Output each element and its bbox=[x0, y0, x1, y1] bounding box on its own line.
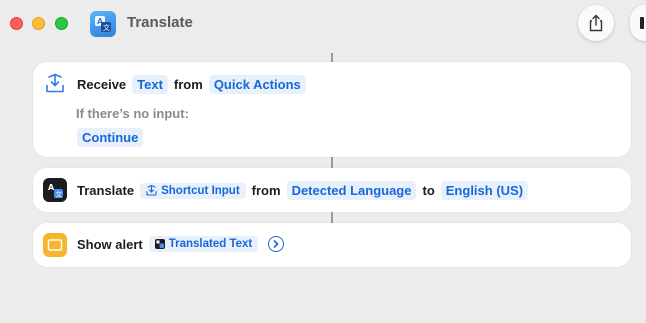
input-source-token[interactable]: Quick Actions bbox=[208, 75, 306, 94]
receive-row: Receive Text from Quick Actions bbox=[77, 75, 312, 94]
close-window-button[interactable] bbox=[10, 17, 23, 30]
no-input-row: Continue bbox=[77, 128, 149, 147]
window-title: Translate bbox=[127, 14, 193, 31]
flow-connector bbox=[331, 157, 333, 168]
translate-row: Translate Shortcut Input from Detected L… bbox=[77, 181, 534, 200]
translated-text-variable[interactable]: Translated Text bbox=[148, 236, 259, 252]
show-alert-action-card[interactable]: Show alert Translated Text bbox=[33, 223, 631, 267]
svg-text:文: 文 bbox=[103, 23, 110, 32]
svg-text:A: A bbox=[48, 183, 55, 192]
no-input-behavior-token[interactable]: Continue bbox=[77, 128, 144, 147]
sidebar-toggle-button[interactable] bbox=[630, 5, 646, 41]
alert-window-icon bbox=[43, 233, 67, 257]
to-label: to bbox=[422, 183, 435, 198]
alert-row: Show alert Translated Text bbox=[77, 236, 290, 252]
shortcut-input-label: Shortcut Input bbox=[161, 184, 240, 197]
minimize-window-button[interactable] bbox=[32, 17, 45, 30]
zoom-window-button[interactable] bbox=[55, 17, 68, 30]
target-language-token[interactable]: English (US) bbox=[440, 181, 529, 200]
translate-mini-icon bbox=[154, 239, 165, 249]
svg-text:文: 文 bbox=[56, 190, 63, 199]
expand-chevron-icon[interactable] bbox=[268, 236, 285, 252]
receive-tray-icon bbox=[43, 72, 67, 96]
receive-label: Receive bbox=[77, 77, 127, 92]
translated-text-label: Translated Text bbox=[168, 238, 253, 250]
input-type-token[interactable]: Text bbox=[132, 75, 168, 94]
show-alert-label: Show alert bbox=[77, 236, 143, 252]
receive-action-card[interactable]: Receive Text from Quick Actions If there… bbox=[33, 62, 631, 157]
share-icon bbox=[589, 14, 603, 32]
from-label: from bbox=[251, 183, 281, 198]
translate-icon: A 文 bbox=[43, 178, 67, 202]
flow-connector bbox=[331, 212, 333, 223]
source-language-token[interactable]: Detected Language bbox=[286, 181, 417, 200]
translate-action-card[interactable]: A 文 Translate Shortcut Input from Detect… bbox=[33, 168, 631, 212]
translate-label: Translate bbox=[77, 183, 135, 198]
no-input-label: If there’s no input: bbox=[76, 106, 189, 121]
shortcut-input-variable[interactable]: Shortcut Input bbox=[140, 182, 246, 199]
translate-app-icon: A 文 bbox=[90, 11, 116, 37]
shortcut-input-icon bbox=[146, 185, 157, 196]
share-button[interactable] bbox=[578, 5, 614, 41]
flow-connector bbox=[331, 53, 333, 62]
from-label: from bbox=[173, 77, 203, 92]
